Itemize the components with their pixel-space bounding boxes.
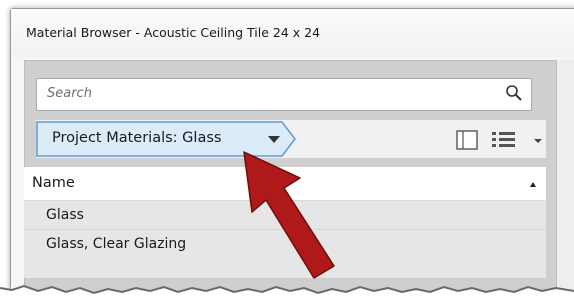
sort-ascending-icon	[530, 182, 536, 187]
triangle-down-icon[interactable]	[268, 136, 280, 143]
chevron-down-icon[interactable]	[534, 139, 542, 143]
window-title: Material Browser - Acoustic Ceiling Tile…	[26, 25, 321, 40]
magnifier-icon[interactable]	[505, 84, 523, 102]
title-bar: Material Browser - Acoustic Ceiling Tile…	[11, 9, 574, 57]
screenshot-stage: Material Browser - Acoustic Ceiling Tile…	[0, 0, 574, 304]
list-item-label: Glass	[46, 207, 84, 223]
project-materials-label: Project Materials: Glass	[52, 130, 222, 146]
name-column-label: Name	[32, 175, 75, 191]
search-placeholder: Search	[47, 86, 92, 101]
panel-view-icon[interactable]	[455, 130, 479, 150]
red-pointer-arrow-icon	[243, 151, 335, 279]
right-side-panel	[556, 60, 574, 300]
torn-paper-edge	[0, 284, 574, 304]
search-input[interactable]: Search	[36, 78, 532, 111]
list-item-label: Glass, Clear Glazing	[46, 236, 187, 252]
list-view-icon[interactable]	[490, 130, 520, 150]
